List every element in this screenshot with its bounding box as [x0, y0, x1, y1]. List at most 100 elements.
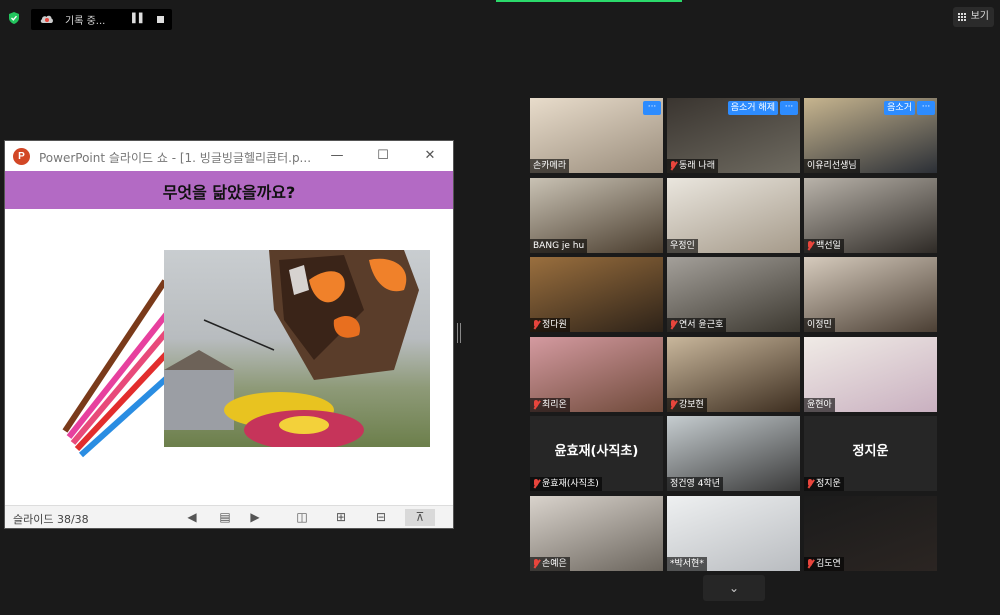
participant-name: 정건영 4학년	[670, 479, 720, 489]
window-title: PowerPoint 슬라이드 쇼 - [1. 빙글빙글헬리콥터.p...	[39, 151, 312, 165]
more-options-button[interactable]: ···	[643, 101, 661, 115]
splitter-handle[interactable]	[457, 323, 461, 343]
participant-tile[interactable]: 윤현아	[804, 336, 937, 412]
pause-recording-button[interactable]: ▌▌	[131, 12, 147, 27]
participant-name-tag: 강보현	[667, 397, 707, 412]
participant-name-tag: 이정민	[804, 318, 835, 332]
powerpoint-slideshow-window: P PowerPoint 슬라이드 쇼 - [1. 빙글빙글헬리콥터.p... …	[4, 140, 454, 529]
participant-tile[interactable]: 윤효재(사직초) 윤효재(사직초)	[530, 416, 663, 491]
participant-name-tag: 백선일	[804, 238, 844, 253]
participant-tile[interactable]: 이유리선생님 ··· 음소거	[804, 98, 937, 173]
participant-name-tag: 김도연	[804, 556, 844, 571]
participant-display-name: 윤효재(사직초)	[554, 444, 639, 459]
mic-muted-icon	[807, 240, 814, 251]
participant-tile[interactable]: 김도연	[804, 495, 937, 571]
participant-name: 손카메라	[533, 161, 567, 171]
participant-name: 우정인	[670, 240, 695, 251]
participant-name: 김도연	[816, 558, 841, 569]
view-label: 보기	[970, 11, 989, 22]
participant-name: 윤효재(사직초)	[542, 479, 599, 489]
maximize-button[interactable]: ☐	[373, 146, 393, 166]
grid-view-icon	[958, 13, 967, 22]
participant-name-tag: BANG je hu	[530, 238, 588, 253]
participant-tile[interactable]: 손예은	[530, 495, 663, 571]
recording-indicator: 기록 중... ▌▌	[31, 9, 172, 30]
participant-tile[interactable]: 우정인	[667, 177, 800, 253]
participant-name: 강보현	[679, 399, 704, 410]
chevron-down-icon[interactable]: ⌄	[703, 575, 765, 601]
security-shield-icon[interactable]	[7, 11, 21, 25]
cloud-recording-icon	[40, 15, 53, 23]
participant-name-tag: 우정인	[667, 238, 698, 253]
more-options-button[interactable]: ···	[917, 101, 935, 115]
presenter-view-icon[interactable]: ⊼	[405, 509, 435, 526]
mic-muted-icon	[533, 399, 540, 410]
reading-view-icon[interactable]: ⊟	[372, 509, 390, 526]
share-indicator-bar	[496, 0, 682, 2]
butterfly-photo	[164, 250, 430, 447]
participant-tile[interactable]: BANG je hu	[530, 177, 663, 253]
participant-tile[interactable]: 정건영 4학년	[667, 416, 800, 491]
zoom-meeting-window: 기록 중... ▌▌ 보기 P PowerPoint 슬라이드 쇼 - [1. …	[0, 0, 1000, 615]
participant-tile[interactable]: 정지운 정지운	[804, 416, 937, 491]
participant-name-tag: 동래 나래	[667, 159, 718, 173]
participant-name-tag: 최리온	[530, 397, 570, 412]
next-slide-icon[interactable]: ▶	[246, 509, 264, 526]
unmute-participant-button[interactable]: 음소거	[884, 101, 915, 115]
participant-name-tag: 손예은	[530, 556, 570, 571]
normal-view-icon[interactable]: ◫	[293, 509, 311, 526]
minimize-button[interactable]: —	[327, 146, 347, 166]
participant-name: 윤현아	[807, 399, 832, 410]
participant-tile[interactable]: 강보현	[667, 336, 800, 412]
participant-name-tag: 손카메라	[530, 159, 570, 173]
previous-slide-icon[interactable]: ◀	[183, 509, 201, 526]
participant-tile[interactable]: *박서현*	[667, 495, 800, 571]
participant-name: BANG je hu	[533, 240, 585, 251]
participant-name-tag: 연서 윤근호	[667, 318, 727, 332]
mic-muted-icon	[533, 558, 540, 569]
mic-muted-icon	[533, 479, 540, 489]
mic-muted-icon	[807, 479, 814, 489]
window-title-bar[interactable]: P PowerPoint 슬라이드 쇼 - [1. 빙글빙글헬리콥터.p... …	[5, 141, 453, 171]
participant-name-tag: 윤효재(사직초)	[530, 477, 602, 491]
close-button[interactable]: ✕	[420, 146, 440, 166]
participant-tile[interactable]: 최리온	[530, 336, 663, 412]
participant-name: *박서현*	[670, 558, 704, 569]
participant-display-name: 정지운	[852, 444, 889, 459]
recording-label: 기록 중...	[65, 16, 106, 27]
mic-muted-icon	[533, 320, 540, 330]
view-button[interactable]: 보기	[952, 7, 994, 27]
participant-name: 손예은	[542, 558, 567, 569]
participant-tile[interactable]: 연서 윤근호	[667, 257, 800, 332]
participant-name: 연서 윤근호	[679, 320, 724, 330]
participant-name: 정지운	[816, 479, 841, 489]
participant-name-tag: *박서현*	[667, 556, 707, 571]
grid-sorter-icon[interactable]: ⊞	[332, 509, 350, 526]
powerpoint-logo-icon: P	[13, 148, 30, 165]
participant-name-tag: 이유리선생님	[804, 159, 860, 173]
top-bar: 기록 중... ▌▌ 보기	[0, 0, 1000, 32]
more-options-button[interactable]: ···	[780, 101, 798, 115]
participant-name: 정다원	[542, 320, 567, 330]
slide-sorter-icon[interactable]: ▤	[216, 509, 234, 526]
participant-name: 이유리선생님	[807, 161, 857, 171]
slideshow-status-bar: 슬라이드 38/38 ◀ ▤ ▶ ◫ ⊞ ⊟ ⊼	[5, 505, 453, 528]
participant-tile[interactable]: 동래 나래 ··· 음소거 해제	[667, 98, 800, 173]
slide-counter: 슬라이드 38/38	[13, 513, 89, 526]
participant-name: 최리온	[542, 399, 567, 410]
participant-tile[interactable]: 백선일	[804, 177, 937, 253]
participant-tile[interactable]: 손카메라 ···	[530, 98, 663, 173]
participant-name: 백선일	[816, 240, 841, 251]
participant-tile[interactable]: 정다원	[530, 257, 663, 332]
slide-canvas[interactable]: 무엇을 닮았을까요?	[5, 171, 453, 505]
participant-gallery: 손카메라 ··· 동래 나래 ··· 음소거 해제 이유리선생님 ··· 음소거 BANG je…	[530, 98, 938, 571]
participant-tile[interactable]: 이정민	[804, 257, 937, 332]
participant-name: 이정민	[807, 320, 832, 330]
unmute-participant-button[interactable]: 음소거 해제	[727, 101, 778, 115]
mic-muted-icon	[670, 161, 677, 171]
mic-muted-icon	[807, 558, 814, 569]
participant-name-tag: 정다원	[530, 318, 570, 332]
stop-recording-button[interactable]	[153, 12, 169, 27]
participant-name-tag: 정건영 4학년	[667, 477, 723, 491]
slide-heading: 무엇을 닮았을까요?	[162, 183, 296, 202]
